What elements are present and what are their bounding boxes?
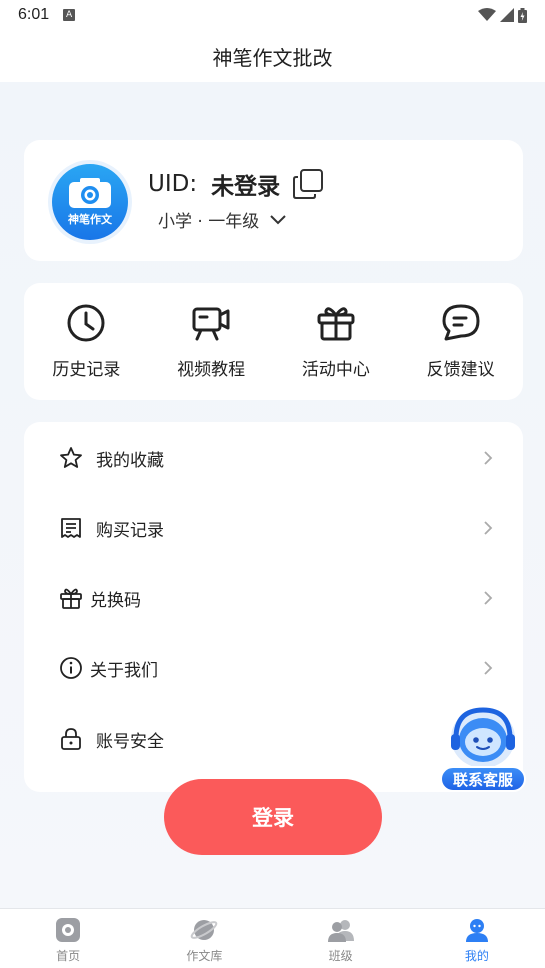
login-button[interactable]: 登录 [164, 779, 382, 855]
menu-item-purchases[interactable]: 购买记录 [24, 503, 523, 553]
notification-icon: A [63, 9, 76, 21]
tab-home[interactable]: 首页 [0, 909, 136, 968]
quick-activity-label: 活动中心 [301, 360, 370, 380]
wifi-icon [478, 8, 496, 21]
avatar-brand-text: 神笔作文 [68, 213, 112, 226]
avatar-logo: 神笔作文 [52, 164, 128, 240]
tab-mine-label: 我的 [464, 949, 489, 963]
tab-essay-library[interactable]: 作文库 [136, 909, 272, 968]
star-icon [59, 446, 83, 470]
avatar[interactable]: 神笔作文 [48, 160, 132, 244]
menu-item-about[interactable]: 关于我们 [24, 643, 523, 693]
camera-icon [69, 178, 111, 208]
chevron-right-icon [484, 591, 493, 605]
uid-value: 未登录 [211, 174, 281, 200]
tab-class-label: 班级 [328, 949, 353, 963]
grade-label: 小学 · 一年级 [158, 212, 260, 232]
menu-label-purchases: 购买记录 [96, 520, 164, 541]
menu-item-redeem[interactable]: 兑换码 [24, 573, 523, 623]
menu-label-about: 关于我们 [90, 660, 158, 681]
gift-icon [59, 586, 83, 610]
customer-service-label: 联系客服 [440, 766, 526, 792]
info-icon [59, 656, 83, 680]
menu-item-favorites[interactable]: 我的收藏 [24, 433, 523, 483]
quick-history[interactable]: 历史记录 [24, 283, 149, 400]
clock-icon [67, 304, 105, 342]
planet-icon [191, 920, 218, 940]
grade-selector[interactable]: 小学 · 一年级 [158, 207, 287, 232]
chevron-right-icon [484, 451, 493, 465]
receipt-icon [59, 516, 83, 540]
bottom-tab-bar: 首页 作文库 班级 我的 [0, 908, 545, 968]
home-icon [56, 918, 81, 942]
robot-mascot-icon [451, 707, 515, 768]
lock-icon [59, 727, 83, 751]
menu-label-favorites: 我的收藏 [96, 450, 164, 471]
quick-video[interactable]: 视频教程 [149, 283, 274, 400]
quick-actions-card: 历史记录 视频教程 活动中心 反馈建议 [24, 283, 523, 400]
chevron-down-icon [270, 214, 286, 224]
tab-class[interactable]: 班级 [273, 909, 409, 968]
profile-card[interactable]: 神笔作文 UID: 未登录 小学 · 一年级 [24, 140, 523, 261]
profile-icon [465, 919, 488, 942]
tab-essay-library-label: 作文库 [186, 949, 223, 963]
video-icon [192, 307, 230, 341]
quick-history-label: 历史记录 [52, 360, 121, 380]
gift-icon [317, 307, 355, 341]
chevron-right-icon [484, 661, 493, 675]
class-icon [327, 920, 354, 942]
tab-home-label: 首页 [56, 949, 81, 963]
chevron-right-icon [484, 521, 493, 535]
status-time: 6:01 [18, 6, 50, 23]
status-bar: 6:01 A [0, 0, 545, 30]
quick-video-label: 视频教程 [177, 360, 246, 380]
menu-label-security: 账号安全 [96, 731, 164, 752]
quick-feedback[interactable]: 反馈建议 [398, 283, 523, 400]
quick-feedback-label: 反馈建议 [426, 360, 495, 380]
copy-icon[interactable] [292, 168, 324, 200]
tab-mine[interactable]: 我的 [409, 909, 545, 968]
page-title: 神笔作文批改 [212, 45, 333, 70]
battery-icon [518, 7, 527, 23]
signal-icon [500, 8, 514, 22]
status-indicators [478, 7, 527, 23]
menu-label-redeem: 兑换码 [90, 590, 141, 611]
customer-service-widget[interactable]: 联系客服 [438, 700, 528, 796]
uid-label: UID: [148, 171, 198, 197]
chat-icon [442, 304, 480, 341]
uid-row: UID: 未登录 [148, 167, 324, 201]
quick-activity[interactable]: 活动中心 [274, 283, 399, 400]
page-title-bar: 神笔作文批改 [0, 30, 545, 82]
